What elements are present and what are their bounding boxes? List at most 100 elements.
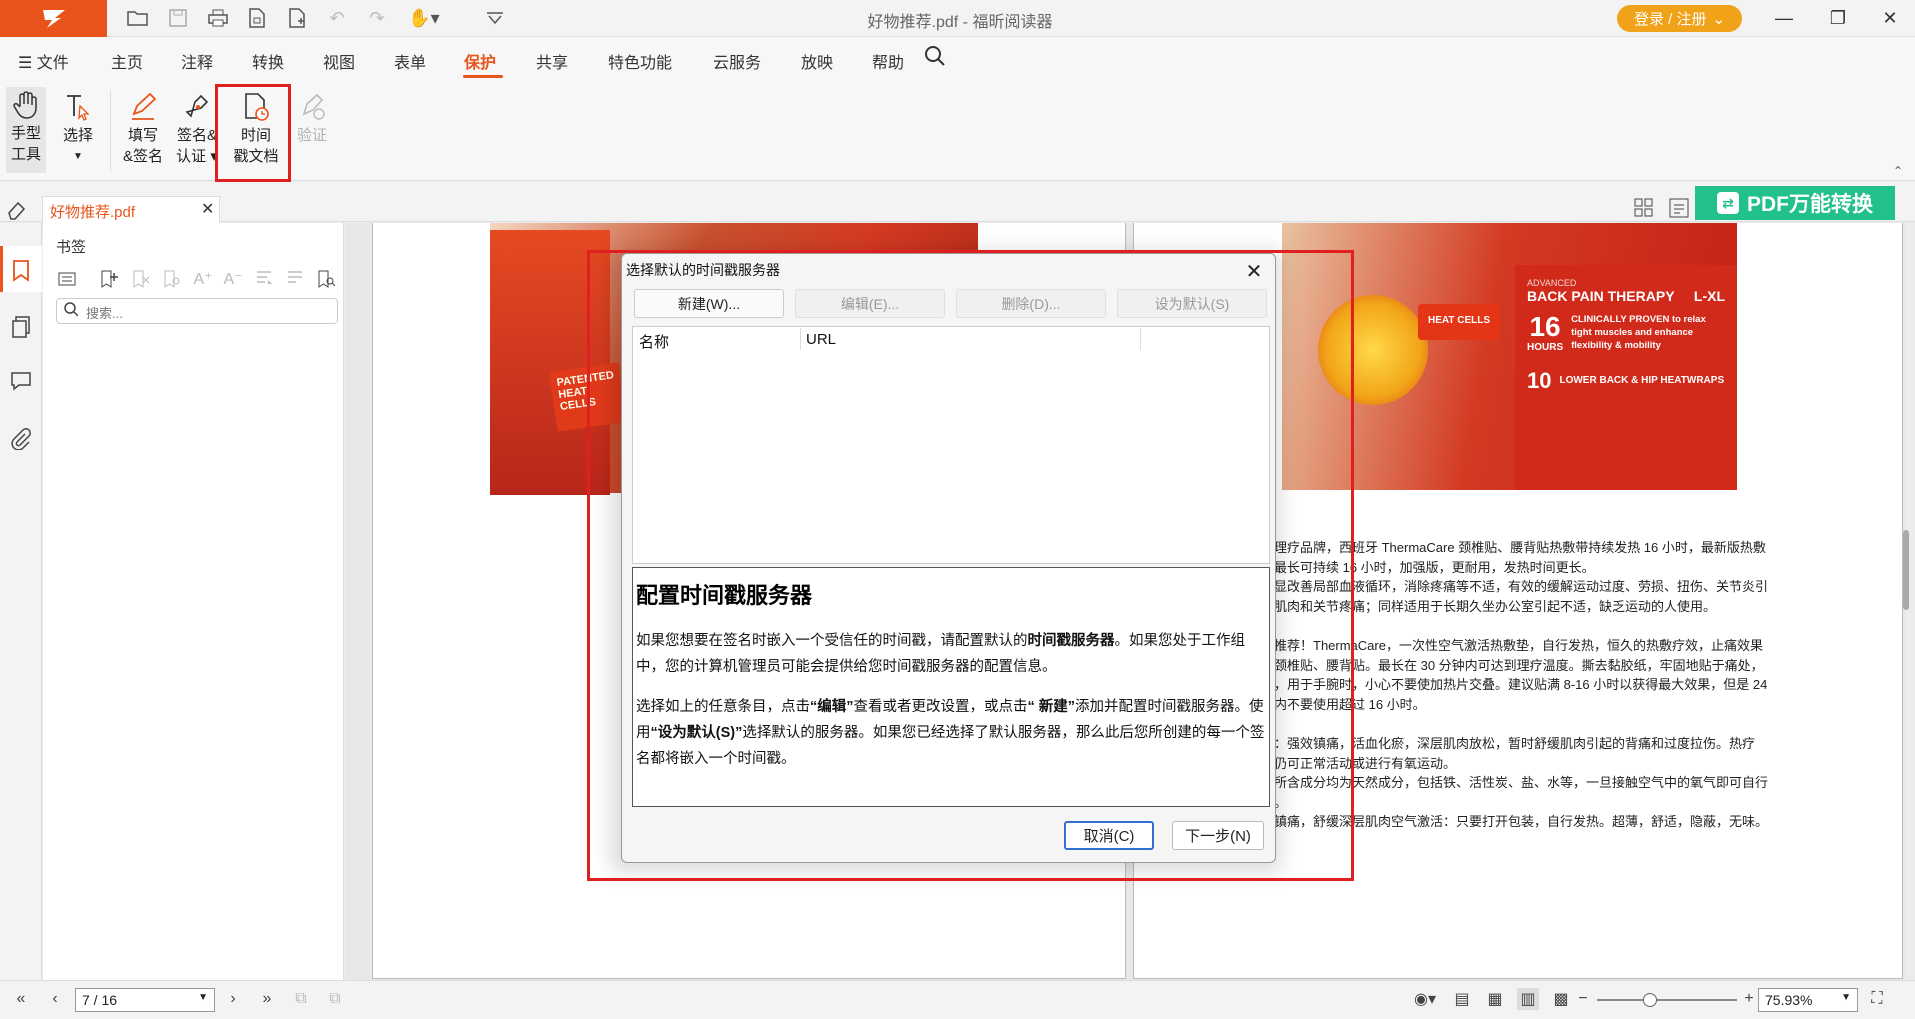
app-logo[interactable] bbox=[0, 0, 107, 37]
menu-protect[interactable]: 保护 bbox=[464, 49, 496, 73]
product-claim: CLINICALLY PROVEN to relax tight muscles… bbox=[1571, 314, 1706, 351]
prev-page-icon[interactable]: ‹ bbox=[44, 988, 66, 1010]
add-bookmark-icon[interactable] bbox=[98, 268, 120, 290]
restore-icon[interactable]: ❐ bbox=[1816, 3, 1860, 33]
new-doc-icon[interactable] bbox=[282, 4, 312, 32]
vertical-scrollbar[interactable] bbox=[1903, 530, 1909, 610]
customize-toolbar-icon[interactable] bbox=[480, 4, 510, 32]
read-mode-icon[interactable]: ◉▾ bbox=[1407, 988, 1443, 1010]
menu-file[interactable]: ☰ 文件 bbox=[18, 49, 69, 73]
grid-view-icon[interactable] bbox=[1634, 198, 1654, 222]
page-number-input[interactable]: 7 / 16 ▼ bbox=[75, 988, 215, 1012]
create-pdf-icon[interactable] bbox=[242, 4, 272, 32]
hand-dropdown-icon[interactable]: ✋▾ bbox=[404, 4, 444, 32]
product-hours-label: HOURS bbox=[1527, 342, 1564, 353]
shrink-text-icon[interactable]: A⁻ bbox=[222, 268, 244, 290]
window-title: 好物推荐.pdf - 福昕阅读器 bbox=[867, 14, 1053, 31]
fill-sign-button[interactable]: 填写 &签名 bbox=[120, 89, 166, 167]
zoom-in-icon[interactable]: + bbox=[1738, 988, 1760, 1010]
product-title: BACK PAIN THERAPY bbox=[1527, 288, 1675, 304]
product-info-panel: ADVANCED BACK PAIN THERAPY L-XL 16 HOURS… bbox=[1515, 265, 1737, 490]
single-page-icon[interactable]: ▤ bbox=[1451, 988, 1473, 1010]
hand-tool-button[interactable]: 手型 工具 bbox=[6, 87, 46, 173]
menu-home[interactable]: 主页 bbox=[111, 49, 143, 73]
undo-icon[interactable]: ↶ bbox=[322, 4, 352, 32]
search-icon[interactable] bbox=[924, 45, 946, 72]
next-page-icon[interactable]: › bbox=[222, 988, 244, 1010]
zoom-out-icon[interactable]: − bbox=[1572, 988, 1594, 1010]
bookmark-icon[interactable] bbox=[8, 258, 34, 284]
hand-tool-label-2: 工具 bbox=[10, 146, 41, 163]
facing-page-icon[interactable]: ▥ bbox=[1517, 988, 1539, 1010]
page-number-value: 7 / 16 bbox=[82, 992, 118, 1008]
convert-icon: ⇄ bbox=[1717, 192, 1739, 214]
menu-slideshow[interactable]: 放映 bbox=[801, 49, 833, 73]
text-select-icon bbox=[56, 89, 100, 125]
previous-view-icon[interactable]: ⧉ bbox=[290, 988, 312, 1010]
product-count: 10 bbox=[1527, 368, 1552, 393]
chevron-down-icon: ⌄ bbox=[1712, 10, 1726, 28]
menu-bar: ☰ 文件 主页 注释 转换 视图 表单 保护 共享 特色功能 云服务 放映 帮助 bbox=[0, 37, 1915, 81]
menu-comment[interactable]: 注释 bbox=[181, 49, 213, 73]
find-bookmark-icon[interactable] bbox=[161, 268, 183, 290]
last-page-icon[interactable]: » bbox=[256, 988, 278, 1010]
menu-share[interactable]: 共享 bbox=[536, 49, 568, 73]
save-icon[interactable] bbox=[163, 4, 193, 32]
verify-pen-icon bbox=[290, 89, 334, 125]
bookmark-properties-icon[interactable] bbox=[253, 268, 275, 290]
active-menu-indicator bbox=[463, 75, 503, 78]
foxit-logo-icon bbox=[42, 9, 65, 28]
select-button[interactable]: 选择 ▼ bbox=[56, 89, 100, 167]
menu-view[interactable]: 视图 bbox=[323, 49, 355, 73]
menu-features[interactable]: 特色功能 bbox=[608, 49, 672, 73]
comments-icon[interactable] bbox=[8, 368, 34, 394]
print-icon[interactable] bbox=[203, 4, 233, 32]
menu-form[interactable]: 表单 bbox=[394, 49, 426, 73]
product-wraps: LOWER BACK & HIP HEATWRAPS bbox=[1559, 375, 1725, 386]
zoom-dropdown-icon[interactable]: ▼ bbox=[1841, 992, 1851, 1003]
zoom-slider-handle[interactable] bbox=[1643, 993, 1657, 1007]
continuous-page-icon[interactable]: ▦ bbox=[1484, 988, 1506, 1010]
collapse-ribbon-icon[interactable]: ⌃ bbox=[1893, 164, 1903, 178]
menu-help[interactable]: 帮助 bbox=[872, 49, 904, 73]
bookmark-search-icon[interactable] bbox=[315, 268, 337, 290]
first-page-icon[interactable]: « bbox=[10, 988, 32, 1010]
sidebar-toggle-icon[interactable] bbox=[1669, 198, 1689, 222]
delete-bookmark-icon[interactable] bbox=[130, 268, 152, 290]
product-badge: ADVANCED bbox=[1527, 278, 1577, 288]
product-hours: 16 bbox=[1529, 311, 1561, 342]
page-dropdown-icon[interactable]: ▼ bbox=[198, 992, 208, 1003]
minimize-icon[interactable]: — bbox=[1762, 3, 1806, 33]
heat-cells-label: HEAT CELLS bbox=[1418, 304, 1500, 340]
redo-icon[interactable]: ↷ bbox=[362, 4, 392, 32]
pages-icon[interactable] bbox=[8, 314, 34, 340]
expand-text-icon[interactable]: A⁺ bbox=[192, 268, 214, 290]
menu-convert[interactable]: 转换 bbox=[252, 49, 284, 73]
continuous-facing-icon[interactable]: ▩ bbox=[1550, 988, 1572, 1010]
verify-button[interactable]: 验证 bbox=[290, 89, 334, 146]
fullscreen-icon[interactable]: ⛶ bbox=[1866, 988, 1888, 1010]
tab-bar bbox=[0, 182, 1915, 222]
eraser-icon[interactable] bbox=[6, 198, 28, 224]
bookmark-options-icon[interactable] bbox=[56, 268, 78, 290]
bookmark-search-placeholder: 搜索... bbox=[86, 306, 123, 321]
verify-label: 验证 bbox=[296, 127, 327, 144]
select-label: 选择 bbox=[62, 127, 93, 144]
bookmark-panel bbox=[43, 223, 344, 980]
attachment-icon[interactable] bbox=[8, 426, 34, 452]
zoom-slider[interactable] bbox=[1597, 999, 1737, 1001]
next-view-icon[interactable]: ⧉ bbox=[324, 988, 346, 1010]
close-tab-icon[interactable]: ✕ bbox=[201, 199, 214, 219]
login-button[interactable]: 登录 / 注册 ⌄ bbox=[1617, 5, 1742, 32]
close-window-icon[interactable]: ✕ bbox=[1868, 3, 1912, 33]
open-folder-icon[interactable] bbox=[123, 4, 153, 32]
menu-cloud[interactable]: 云服务 bbox=[713, 49, 761, 73]
bookmark-list-icon[interactable] bbox=[284, 268, 306, 290]
zoom-level-value: 75.93% bbox=[1765, 992, 1813, 1008]
zoom-level-input[interactable]: 75.93% ▼ bbox=[1758, 988, 1858, 1012]
document-tab-label: 好物推荐.pdf bbox=[50, 204, 136, 221]
ribbon-separator bbox=[110, 91, 111, 171]
login-label: 登录 / 注册 bbox=[1633, 11, 1707, 28]
fill-sign-label-1: 填写 bbox=[127, 127, 158, 144]
pdf-convert-banner[interactable]: ⇄ PDF万能转换 bbox=[1695, 186, 1895, 220]
